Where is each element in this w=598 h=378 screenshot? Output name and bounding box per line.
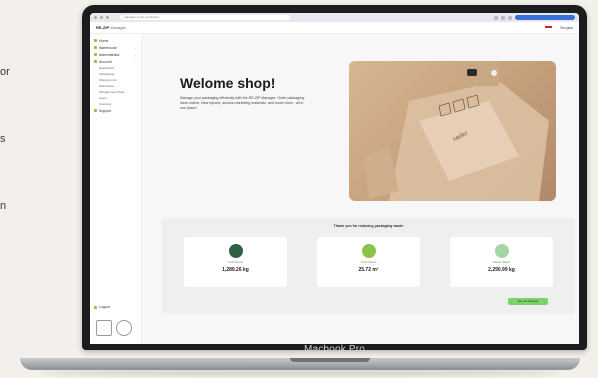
card-label: Trees Saved: [360, 260, 377, 264]
logout-icon: [94, 305, 97, 309]
card-label: CO2 Saved: [228, 260, 243, 264]
language-flag-icon[interactable]: [545, 25, 553, 30]
device-label: Macbook Pro: [303, 344, 366, 355]
edge-text-3: n: [0, 200, 7, 212]
brand-name: RE-ZIP: [96, 25, 110, 30]
card-value: 1,289.26 kg: [222, 267, 249, 273]
award-badge-icon: [116, 320, 132, 336]
sidebar-item-label: Administrator: [99, 52, 120, 57]
sidebar-item-label: Warehouse: [99, 45, 117, 50]
edge-text-1: or: [0, 66, 10, 78]
bookmark-icon[interactable]: [501, 15, 505, 20]
sidebar-item-administrator[interactable]: Administrator ⌄: [90, 51, 141, 58]
download-icon[interactable]: [508, 15, 512, 20]
sidebar-item-support[interactable]: Support: [90, 107, 141, 114]
packaging-illustration: [364, 61, 549, 201]
sidebar-item-label: Support: [99, 108, 112, 113]
chevron-down-icon: ⌄: [133, 45, 136, 50]
logout-label: Logout: [99, 305, 110, 309]
address-bar[interactable]: manager.re-zip.com/home: [120, 15, 290, 20]
card-label: Waste Saved: [493, 260, 510, 264]
sidebar-item-warehouse[interactable]: Warehouse ⌄: [90, 44, 141, 51]
support-icon: [94, 109, 97, 112]
savings-panel: Thank you for reducing packaging waste C…: [162, 218, 575, 314]
laptop-shadow: [40, 370, 560, 376]
back-icon[interactable]: [94, 16, 97, 19]
savings-card-co2: CO2 Saved 1,289.26 kg: [184, 237, 287, 287]
sidebar: Home Warehouse ⌄ Administrator ⌄ Account…: [90, 34, 142, 344]
card-value: 25.72 m²: [358, 267, 379, 273]
savings-card-trees: Trees Saved 25.72 m²: [317, 237, 420, 287]
laptop-notch: [290, 358, 370, 362]
see-all-savings-button[interactable]: See All Savings: [508, 298, 548, 305]
page-description: Manage your packaging efficiently with t…: [180, 96, 305, 110]
profile-button[interactable]: [515, 15, 575, 20]
tree-icon: [361, 244, 376, 258]
reload-icon[interactable]: [106, 16, 109, 19]
user-menu[interactable]: Bengtsk: [560, 26, 573, 30]
main-content: Welome shop! Manage your packaging effic…: [142, 34, 579, 344]
savings-card-waste: Waste Saved 2,290.99 kg: [450, 237, 553, 287]
logout-button[interactable]: Logout: [94, 305, 110, 309]
savings-title: Thank you for reducing packaging waste: [333, 224, 404, 228]
sidebar-item-label: Account: [99, 59, 112, 64]
page-title: Welome shop!: [180, 75, 276, 91]
brand-suffix: Manager: [110, 25, 127, 30]
waste-icon: [494, 244, 509, 258]
extension-icon[interactable]: [494, 15, 498, 20]
laptop-screen: manager.re-zip.com/home RE-ZIP Manager B…: [90, 13, 579, 344]
card-value: 2,290.99 kg: [488, 267, 515, 273]
hero-image: Hello!: [349, 61, 556, 201]
browser-toolbar: manager.re-zip.com/home: [90, 13, 579, 22]
sidebar-item-account[interactable]: Account ⌃: [90, 58, 141, 65]
co2-icon: [228, 244, 243, 258]
sidebar-item-home[interactable]: Home: [90, 37, 141, 44]
sidebar-item-label: Home: [99, 38, 109, 43]
admin-icon: [94, 53, 97, 56]
warehouse-icon: [94, 46, 97, 49]
edge-text-2: s: [0, 133, 6, 145]
forward-icon[interactable]: [100, 16, 103, 19]
home-icon: [94, 39, 97, 42]
app-header: RE-ZIP Manager Bengtsk: [90, 22, 579, 34]
certificate-badge-icon: [96, 320, 112, 336]
brand-logo[interactable]: RE-ZIP Manager: [96, 25, 126, 30]
account-icon: [94, 60, 97, 63]
chevron-up-icon: ⌃: [133, 59, 136, 64]
chevron-down-icon: ⌄: [133, 52, 136, 57]
